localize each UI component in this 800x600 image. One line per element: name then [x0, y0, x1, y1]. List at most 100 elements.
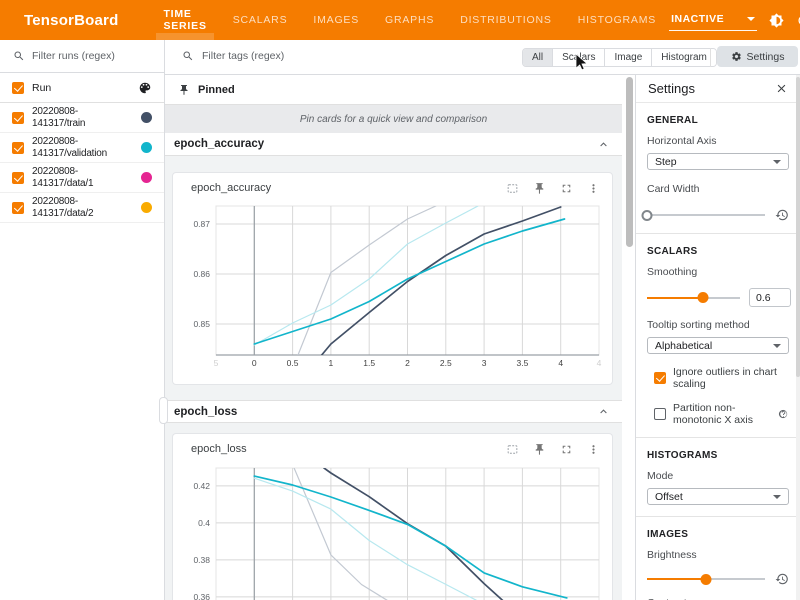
ignore-outliers-checkbox[interactable]: Ignore outliers in chart scaling	[647, 366, 789, 390]
panel-scrollbar	[796, 75, 800, 600]
svg-text:0.87: 0.87	[193, 219, 210, 229]
horizontal-axis-dropdown[interactable]: Step	[647, 153, 789, 170]
pin-card-icon[interactable]	[533, 443, 546, 456]
settings-button[interactable]: Settings	[717, 46, 798, 67]
epoch-accuracy-chart[interactable]: 0.850.860.8700.511.522.533.5454	[173, 173, 613, 385]
svg-text:0.5: 0.5	[287, 358, 299, 368]
tab-time-series[interactable]: TIME SERIES	[150, 0, 219, 40]
brightness-icon[interactable]	[769, 13, 784, 28]
search-icon	[13, 50, 25, 62]
chevron-down-icon	[773, 344, 781, 348]
svg-text:0.4: 0.4	[198, 518, 210, 528]
palette-icon[interactable]	[138, 81, 152, 95]
svg-text:4: 4	[597, 358, 602, 368]
histogram-mode-dropdown[interactable]: Offset	[647, 488, 789, 505]
tab-scalars[interactable]: SCALARS	[220, 0, 301, 40]
settings-panel-title: Settings	[648, 81, 695, 96]
filter-tags-row	[182, 50, 402, 62]
svg-text:4: 4	[558, 358, 563, 368]
tag-filter-group: All Scalars Image Histogram	[522, 48, 717, 67]
reload-status-dropdown[interactable]: INACTIVE	[669, 10, 757, 31]
fit-to-data-icon[interactable]	[506, 443, 519, 456]
section-header-epoch-loss[interactable]: epoch_loss	[165, 400, 622, 423]
section-header-epoch-accuracy[interactable]: epoch_accuracy	[165, 133, 622, 156]
pinned-empty-hint: Pin cards for a quick view and compariso…	[165, 105, 622, 133]
toolbar-divider	[710, 48, 711, 67]
chevron-up-icon[interactable]	[597, 405, 610, 418]
tooltip-sorting-dropdown[interactable]: Alphabetical	[647, 337, 789, 354]
pinned-section-header: Pinned	[165, 75, 622, 105]
panel-scrollbar-thumb[interactable]	[796, 77, 800, 377]
more-options-icon[interactable]	[587, 182, 600, 195]
svg-text:2: 2	[405, 358, 410, 368]
app-header: TensorBoard TIME SERIES SCALARS IMAGES G…	[0, 0, 800, 40]
partition-x-axis-checkbox[interactable]: Partition non-monotonic X axis	[647, 402, 789, 426]
refresh-icon[interactable]	[796, 13, 800, 28]
run-color-dot[interactable]	[141, 202, 152, 213]
cards-scroll-area: Pinned Pin cards for a quick view and co…	[165, 75, 622, 600]
nav-tabs: TIME SERIES SCALARS IMAGES GRAPHS DISTRI…	[150, 0, 669, 40]
fit-to-data-icon[interactable]	[506, 182, 519, 195]
card-header: epoch_accuracy	[173, 173, 612, 203]
close-icon[interactable]	[775, 82, 788, 95]
run-checkbox[interactable]	[12, 142, 24, 154]
run-row-validation[interactable]: 20220808-141317/validation	[0, 133, 164, 163]
main-scrollbar	[622, 75, 635, 600]
tab-distributions[interactable]: DISTRIBUTIONS	[447, 0, 565, 40]
filter-all-button[interactable]: All	[523, 49, 553, 66]
runs-header-row: Run	[0, 73, 164, 103]
card-header: epoch_loss	[173, 434, 612, 464]
scalar-card-epoch-accuracy: 0.850.860.8700.511.522.533.5454 epoch_ac…	[172, 172, 613, 385]
run-color-dot[interactable]	[141, 172, 152, 183]
smoothing-value-input[interactable]	[749, 288, 791, 307]
run-checkbox[interactable]	[12, 172, 24, 184]
run-row-data1[interactable]: 20220808-141317/data/1	[0, 163, 164, 193]
run-row-train[interactable]: 20220808-141317/train	[0, 103, 164, 133]
filter-histogram-button[interactable]: Histogram	[652, 49, 716, 66]
help-icon[interactable]	[778, 409, 789, 420]
runs-header-label: Run	[32, 82, 138, 94]
filter-tags-input[interactable]	[202, 50, 402, 62]
main-toolbar: All Scalars Image Histogram Settings	[165, 40, 800, 75]
runs-sidebar: Run 20220808-141317/train 20220808-14131…	[0, 40, 165, 600]
run-select-all-checkbox[interactable]	[12, 82, 24, 94]
run-row-data2[interactable]: 20220808-141317/data/2	[0, 193, 164, 223]
run-color-dot[interactable]	[141, 142, 152, 153]
gear-icon	[731, 51, 742, 62]
reset-icon[interactable]	[775, 208, 789, 222]
fullscreen-icon[interactable]	[560, 182, 573, 195]
card-title: epoch_loss	[191, 443, 247, 455]
chevron-down-icon	[773, 160, 781, 164]
brightness-slider[interactable]	[647, 578, 765, 580]
fullscreen-icon[interactable]	[560, 443, 573, 456]
svg-text:0.38: 0.38	[193, 555, 210, 565]
pin-card-icon[interactable]	[533, 182, 546, 195]
filter-runs-input[interactable]	[32, 50, 142, 62]
chevron-down-icon	[747, 17, 755, 21]
svg-text:0.36: 0.36	[193, 592, 210, 600]
filter-scalars-button[interactable]: Scalars	[553, 49, 605, 66]
smoothing-slider[interactable]	[647, 297, 740, 299]
svg-text:1: 1	[329, 358, 334, 368]
svg-text:3: 3	[482, 358, 487, 368]
settings-section-histograms: HISTOGRAMS Mode Offset	[636, 438, 800, 517]
card-width-slider[interactable]	[647, 214, 765, 216]
run-checkbox[interactable]	[12, 202, 24, 214]
tab-graphs[interactable]: GRAPHS	[372, 0, 447, 40]
scrollbar-thumb[interactable]	[626, 77, 633, 247]
run-color-dot[interactable]	[141, 112, 152, 123]
filter-image-button[interactable]: Image	[605, 49, 652, 66]
more-options-icon[interactable]	[587, 443, 600, 456]
svg-text:0.86: 0.86	[193, 269, 210, 279]
reset-icon[interactable]	[775, 572, 789, 586]
chevron-up-icon[interactable]	[597, 138, 610, 151]
sidebar-collapse-handle[interactable]	[159, 397, 168, 424]
chevron-down-icon	[773, 495, 781, 499]
svg-text:3.5: 3.5	[516, 358, 528, 368]
tab-images[interactable]: IMAGES	[300, 0, 372, 40]
tab-histograms[interactable]: HISTOGRAMS	[565, 0, 669, 40]
run-checkbox[interactable]	[12, 112, 24, 124]
settings-section-general: GENERAL Horizontal Axis Step Card Width	[636, 103, 800, 234]
settings-panel-header: Settings	[636, 75, 800, 103]
settings-section-images: IMAGES Brightness Contrast Show actual i…	[636, 517, 800, 600]
